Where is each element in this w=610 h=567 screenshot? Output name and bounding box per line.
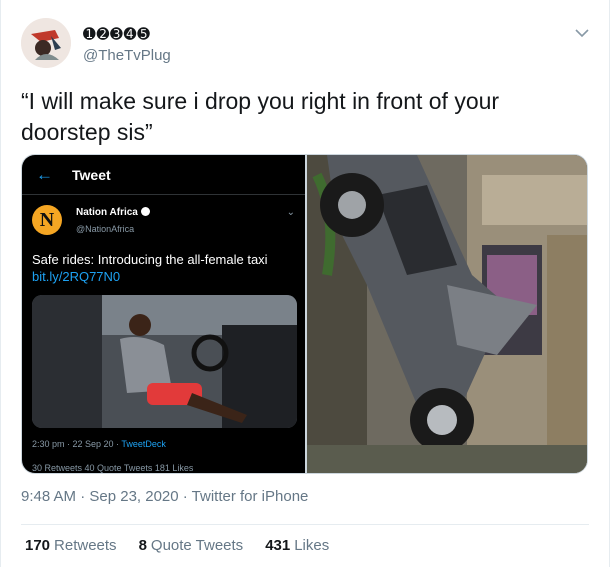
embedded-header: ← Tweet	[22, 155, 305, 195]
embedded-meta-app: TweetDeck	[121, 439, 166, 449]
likes-count: 431	[265, 537, 291, 554]
divider	[21, 524, 589, 525]
embedded-meta-time: 2:30 pm · 22 Sep 20 ·	[32, 439, 122, 449]
avatar[interactable]	[21, 18, 71, 68]
author-display-name[interactable]: ➊➋➌➍➎	[83, 26, 171, 44]
media-crashed-car-photo[interactable]	[307, 155, 587, 473]
arrow-left-icon: ←	[36, 165, 53, 184]
tweet-text: “I will make sure i drop you right in fr…	[21, 88, 500, 145]
tweet-stats: 170 Retweets 8 Quote Tweets 431 Likes	[25, 537, 329, 554]
embedded-tweet-link: bit.ly/2RQ77N0	[32, 269, 121, 284]
media-embedded-screenshot[interactable]: ← Tweet N Nation Africa @NationAfrica ⌄ …	[22, 155, 305, 473]
tweet-card: ➊➋➌➍➎ @TheTvPlug “I will make sure i dro…	[0, 0, 610, 567]
tweet-media[interactable]: ← Tweet N Nation Africa @NationAfrica ⌄ …	[21, 154, 588, 474]
likes-label: Likes	[294, 537, 330, 554]
embedded-account-name-text: Nation Africa	[76, 207, 138, 218]
embedded-stats: 30 Retweets 40 Quote Tweets 181 Likes	[32, 463, 194, 473]
embedded-meta: 2:30 pm · 22 Sep 20 · TweetDeck	[32, 439, 166, 449]
embedded-chevron-icon: ⌄	[286, 207, 295, 218]
quote-tweets-label: Quote Tweets	[150, 537, 244, 554]
retweets-label: Retweets	[54, 537, 117, 554]
nation-africa-logo: N	[32, 205, 62, 235]
embedded-account-name: Nation Africa	[76, 207, 150, 218]
likes-stat[interactable]: 431 Likes	[265, 537, 329, 554]
embedded-header-title: Tweet	[72, 167, 111, 183]
quote-tweets-count: 8	[138, 537, 147, 554]
author-handle[interactable]: @TheTvPlug	[83, 46, 171, 66]
embedded-tweet-text: Safe rides: Introducing the all-female t…	[32, 252, 268, 267]
quote-tweets-stat[interactable]: 8 Quote Tweets	[139, 537, 244, 554]
author-names: ➊➋➌➍➎ @TheTvPlug	[83, 26, 171, 66]
embedded-account-handle: @NationAfrica	[76, 224, 135, 234]
tweet-header: ➊➋➌➍➎ @TheTvPlug	[21, 18, 591, 70]
retweets-count: 170	[25, 537, 51, 554]
retweets-stat[interactable]: 170 Retweets	[25, 537, 117, 554]
tweet-timestamp[interactable]: 9:48 AM · Sep 23, 2020 · Twitter for iPh…	[21, 488, 308, 505]
taxi-driver-image	[32, 295, 297, 428]
crashed-car-image	[307, 155, 587, 473]
embedded-taxi-photo	[32, 295, 297, 428]
verified-icon	[140, 207, 150, 216]
chevron-down-icon[interactable]	[573, 24, 591, 42]
avatar-image	[21, 18, 71, 68]
